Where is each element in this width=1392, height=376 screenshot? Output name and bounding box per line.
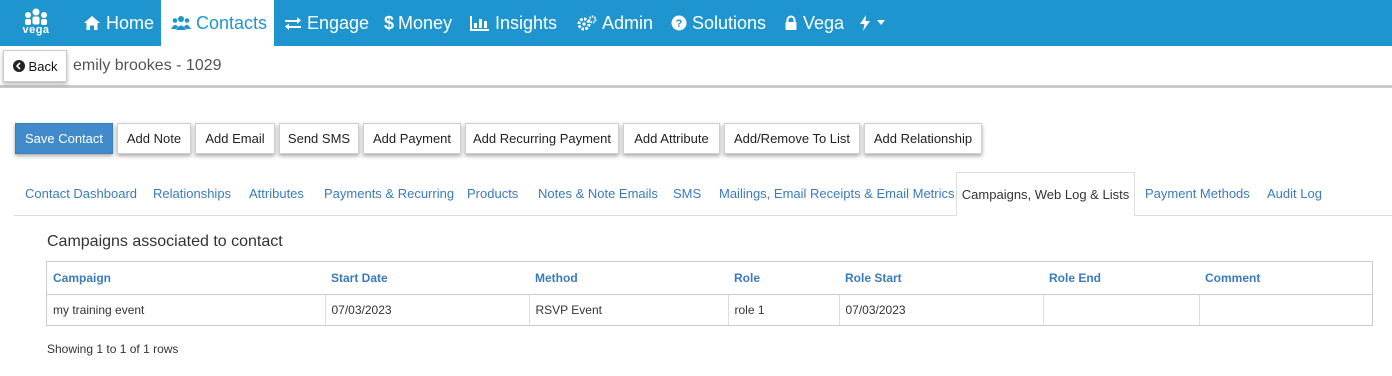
column-header-start-date[interactable]: Start Date [325, 262, 529, 295]
nav-insights-label: Insights [495, 12, 558, 33]
nav-solutions-label: Solutions [692, 12, 767, 33]
cell-role-start: 07/03/2023 [839, 294, 1044, 325]
tab-payments-recurring[interactable]: Payments & Recurring [324, 186, 454, 201]
tab-products[interactable]: Products [467, 186, 518, 201]
send-sms-button[interactable]: Send SMS [279, 123, 359, 154]
bar-chart-icon [470, 16, 489, 31]
column-header-role-end[interactable]: Role End [1043, 262, 1199, 295]
caret-down-icon [877, 20, 885, 25]
add-payment-button[interactable]: Add Payment [363, 123, 461, 154]
question-circle-icon: ? [671, 15, 687, 31]
lock-icon [785, 15, 797, 30]
column-header-comment[interactable]: Comment [1199, 262, 1372, 295]
nav-vega-label: Vega [803, 12, 845, 33]
exchange-icon [285, 17, 301, 30]
bolt-icon [860, 15, 870, 31]
nav-contacts[interactable]: Contacts [161, 0, 274, 46]
cogs-icon [577, 15, 597, 31]
cell-role-end [1043, 294, 1200, 325]
top-navbar: vega Home Contacts Engage $ Money Insigh… [0, 0, 1392, 46]
nav-quick-actions[interactable] [859, 0, 890, 46]
tab-audit-log[interactable]: Audit Log [1267, 186, 1322, 201]
cell-role: role 1 [728, 294, 840, 325]
add-email-button[interactable]: Add Email [195, 123, 275, 154]
cell-campaign: my training event [47, 294, 326, 325]
nav-insights[interactable]: Insights [470, 0, 557, 46]
back-button-label: Back [28, 58, 58, 74]
nav-engage[interactable]: Engage [284, 0, 369, 46]
save-contact-button[interactable]: Save Contact [15, 123, 113, 154]
cell-method: RSVP Event [529, 294, 729, 325]
add-remove-list-button[interactable]: Add/Remove To List [724, 123, 860, 154]
nav-home[interactable]: Home [83, 0, 154, 46]
cell-comment [1199, 294, 1372, 325]
nav-home-label: Home [106, 12, 155, 33]
tab-notes[interactable]: Notes & Note Emails [538, 186, 658, 201]
cell-start-date: 07/03/2023 [325, 294, 530, 325]
column-header-method[interactable]: Method [529, 262, 728, 295]
back-button[interactable]: Back [3, 50, 67, 82]
section-title: Campaigns associated to contact [47, 233, 283, 250]
column-header-role[interactable]: Role [728, 262, 839, 295]
tab-mailings[interactable]: Mailings, Email Receipts & Email Metrics [719, 186, 955, 201]
logo-text: vega [22, 24, 50, 36]
table-row[interactable]: my training event 07/03/2023 RSVP Event … [47, 294, 1372, 325]
column-header-campaign[interactable]: Campaign [47, 262, 325, 295]
nav-solutions[interactable]: ? Solutions [671, 0, 766, 46]
nav-contacts-label: Contacts [196, 12, 268, 33]
add-attribute-button[interactable]: Add Attribute [623, 123, 720, 154]
contact-header: Back emily brookes - 1029 [0, 46, 1392, 88]
tabs-divider [14, 215, 1392, 216]
campaigns-table: Campaign Start Date Method Role Role Sta… [46, 261, 1373, 326]
tab-sms[interactable]: SMS [673, 186, 701, 201]
nav-money-label: Money [398, 12, 453, 33]
nav-vega[interactable]: Vega [784, 0, 844, 46]
tab-contact-dashboard[interactable]: Contact Dashboard [25, 186, 137, 201]
dollar-icon: $ [384, 12, 395, 33]
nav-admin-label: Admin [602, 12, 654, 33]
nav-money[interactable]: $ Money [384, 0, 452, 46]
tab-relationships[interactable]: Relationships [153, 186, 231, 201]
nav-admin[interactable]: Admin [577, 0, 653, 46]
nav-engage-label: Engage [307, 12, 370, 33]
tab-attributes[interactable]: Attributes [249, 186, 304, 201]
svg-text:?: ? [676, 18, 683, 30]
users-icon [171, 16, 191, 30]
home-icon [84, 16, 100, 30]
tab-campaigns[interactable]: Campaigns, Web Log & Lists [956, 172, 1135, 216]
contact-name: emily brookes - 1029 [73, 57, 222, 74]
add-recurring-payment-button[interactable]: Add Recurring Payment [465, 123, 619, 154]
tab-payment-methods[interactable]: Payment Methods [1145, 186, 1250, 201]
table-header-row: Campaign Start Date Method Role Role Sta… [47, 262, 1372, 295]
arrow-left-circle-icon [12, 60, 25, 72]
column-header-role-start[interactable]: Role Start [839, 262, 1043, 295]
pagination-info: Showing 1 to 1 of 1 rows [47, 342, 179, 356]
add-relationship-button[interactable]: Add Relationship [864, 123, 982, 154]
add-note-button[interactable]: Add Note [117, 123, 191, 154]
